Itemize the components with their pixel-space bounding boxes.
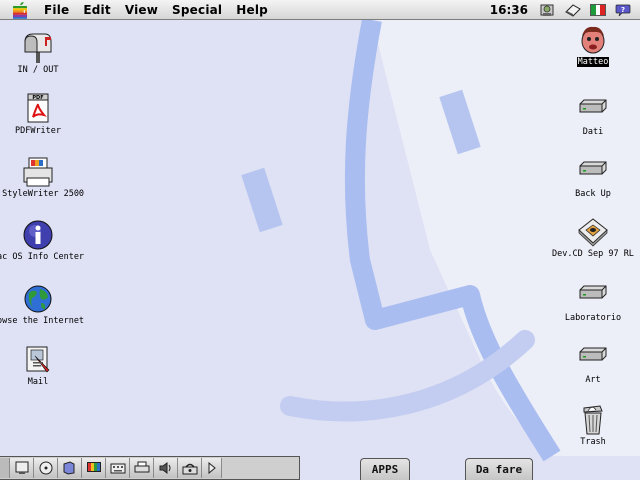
svg-text:?: ? [621, 6, 625, 14]
desktop-icon-pdfwriter[interactable]: PDF PDFWriter [0, 93, 93, 141]
icon-label: Art [585, 375, 601, 385]
icon-label: PDFWriter [14, 126, 62, 136]
printer-icon [134, 461, 149, 473]
menu-edit[interactable]: Edit [83, 3, 110, 17]
hard-disk-icon [579, 347, 607, 361]
icon-label: Back Up [575, 189, 611, 199]
desktop-icon-mail[interactable]: Mail [0, 344, 93, 392]
pdf-document-icon: PDF [27, 93, 49, 123]
chevron-right-icon [208, 461, 216, 475]
control-strip [0, 456, 300, 480]
remote-access-icon [182, 463, 197, 475]
desktop-icon-browse-internet[interactable]: rowse the Internet [0, 283, 93, 331]
control-strip-module[interactable] [130, 458, 154, 478]
icon-label: r StyleWriter 2500 [0, 189, 85, 199]
icon-label: lac OS Info Center [0, 252, 85, 262]
cd-icon [578, 218, 608, 247]
italian-flag-keyboard-icon[interactable] [590, 4, 606, 16]
menu-extras: 16:36 ? [490, 0, 640, 20]
info-icon [23, 220, 53, 250]
menu-clock[interactable]: 16:36 [490, 3, 528, 17]
eraser-icon[interactable] [564, 3, 582, 17]
desktop-icon-matteo[interactable]: Matteo [538, 24, 640, 72]
menu-bar: File Edit View Special Help 16:36 ? [0, 0, 640, 20]
icon-label: Dati [582, 127, 604, 137]
control-strip-module[interactable] [178, 458, 202, 478]
control-strip-module[interactable] [106, 458, 130, 478]
control-strip-end-tab[interactable] [202, 458, 222, 478]
icon-label: Trash [580, 437, 606, 447]
menu-special[interactable]: Special [172, 3, 222, 17]
icon-label: Matteo [576, 57, 610, 67]
icon-label: Laboratorio [564, 313, 622, 323]
icon-label: rowse the Internet [0, 316, 85, 326]
control-strip-handle[interactable] [0, 458, 10, 478]
menu-view[interactable]: View [125, 3, 158, 17]
tab-apps[interactable]: APPS [360, 458, 410, 480]
desktop-icon-dati[interactable]: Dati [538, 94, 640, 142]
desktop-icon-art[interactable]: Art [538, 342, 640, 390]
desktop-icon-info-center[interactable]: lac OS Info Center [0, 219, 93, 267]
menu-file[interactable]: File [44, 3, 69, 17]
icon-label: Mail [27, 377, 49, 387]
monitor-color-icon [86, 462, 101, 472]
hard-disk-icon [579, 161, 607, 175]
tab-da-fare[interactable]: Da fare [465, 458, 533, 480]
cd-player-icon [39, 461, 52, 475]
control-strip-module[interactable] [10, 458, 34, 478]
app-switcher-icon[interactable] [538, 3, 556, 17]
icon-label: IN / OUT [17, 65, 59, 75]
trash-icon [583, 405, 603, 435]
keyboard-icon [110, 463, 125, 474]
control-strip-module[interactable] [58, 458, 82, 478]
file-sharing-icon [63, 461, 74, 475]
control-strip-module[interactable] [34, 458, 58, 478]
globe-icon [24, 285, 52, 313]
desktop-icon-back-up[interactable]: Back Up [538, 156, 640, 204]
sound-volume-icon [159, 462, 170, 474]
desktop-icon-dev-cd[interactable]: Dev.CD Sep 97 RL [538, 216, 640, 264]
printer-icon [23, 157, 53, 187]
control-strip-module[interactable] [154, 458, 178, 478]
icon-label: Dev.CD Sep 97 RL [552, 249, 634, 259]
mail-icon [26, 346, 50, 373]
control-strip-module[interactable] [82, 458, 106, 478]
hard-disk-icon [579, 285, 607, 299]
balloon-help-icon[interactable]: ? [614, 3, 632, 17]
svg-text:PDF: PDF [32, 95, 43, 101]
apple-logo[interactable] [10, 1, 30, 19]
monitor-bit-depth-icon [15, 461, 28, 474]
desktop-icon-in-out[interactable]: IN / OUT [0, 32, 93, 80]
desktop-icon-laboratorio[interactable]: Laboratorio [538, 280, 640, 328]
desktop-icon-stylewriter[interactable]: r StyleWriter 2500 [0, 156, 93, 204]
mailbox-icon [24, 33, 52, 63]
hard-disk-icon [579, 99, 607, 113]
menu-help[interactable]: Help [236, 3, 268, 17]
user-face-icon [581, 26, 605, 54]
desktop-icon-trash[interactable]: Trash [538, 404, 640, 452]
